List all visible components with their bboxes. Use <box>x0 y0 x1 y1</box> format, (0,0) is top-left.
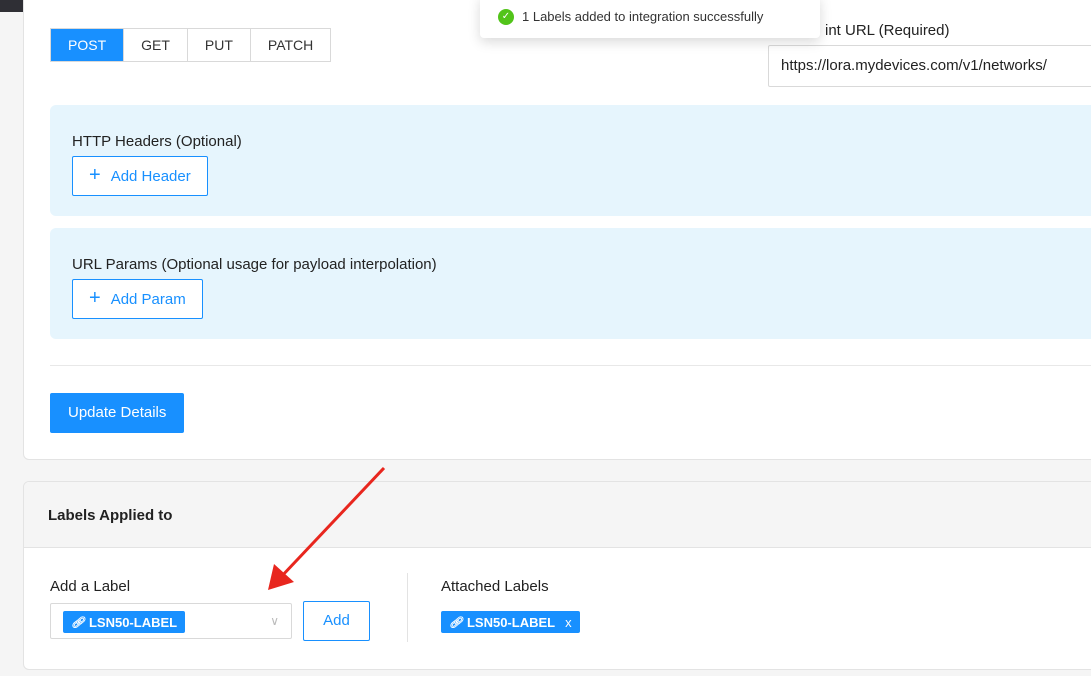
divider <box>50 365 1091 366</box>
method-put[interactable]: PUT <box>187 29 251 61</box>
method-patch[interactable]: PATCH <box>250 29 331 61</box>
link-icon: 🔗︎ <box>71 616 85 629</box>
add-param-button[interactable]: + Add Param <box>72 279 203 319</box>
endpoint-url-input[interactable]: https://lora.mydevices.com/v1/networks/ <box>768 45 1091 87</box>
selected-label-text: LSN50-LABEL <box>88 614 178 630</box>
http-method-selector: POST GET PUT PATCH <box>50 28 332 62</box>
add-param-label: Add Param <box>110 290 186 308</box>
http-headers-panel: HTTP Headers (Optional) + Add Header <box>50 105 1091 216</box>
link-icon: 🔗︎ <box>449 616 463 629</box>
check-circle-icon: ✓ <box>498 8 514 25</box>
update-details-button[interactable]: Update Details <box>50 393 185 433</box>
success-toast: ✓ 1 Labels added to integration successf… <box>480 0 820 38</box>
plus-icon: + <box>89 287 101 309</box>
add-header-label: Add Header <box>110 167 191 185</box>
endpoint-url-label: int URL (Required) <box>825 22 950 39</box>
attached-labels-title: Attached Labels <box>441 578 549 595</box>
annotation-arrow <box>268 466 386 590</box>
add-label-title: Add a Label <box>50 578 131 595</box>
labels-card-header: Labels Applied to <box>24 482 1091 548</box>
method-get[interactable]: GET <box>124 29 188 61</box>
selected-label-tag: 🔗︎ LSN50-LABEL <box>63 611 186 633</box>
label-select[interactable]: 🔗︎ LSN50-LABEL ∨ <box>50 603 292 639</box>
chevron-down-icon: ∨ <box>270 614 279 628</box>
attached-label-text: LSN50-LABEL <box>466 614 556 630</box>
toast-message: 1 Labels added to integration successful… <box>522 9 764 24</box>
url-params-title: URL Params (Optional usage for payload i… <box>72 256 437 273</box>
add-label-button[interactable]: Add <box>303 601 370 641</box>
vertical-divider <box>407 573 408 642</box>
attached-label-tag: 🔗︎ LSN50-LABEL x <box>441 611 580 633</box>
url-params-panel: URL Params (Optional usage for payload i… <box>50 228 1091 339</box>
http-headers-title: HTTP Headers (Optional) <box>72 133 242 150</box>
remove-label-icon[interactable]: x <box>565 615 572 630</box>
method-post[interactable]: POST <box>51 29 125 61</box>
labels-card: Labels Applied to <box>23 481 1091 670</box>
add-header-button[interactable]: + Add Header <box>72 156 208 196</box>
labels-card-title: Labels Applied to <box>48 507 173 524</box>
plus-icon: + <box>89 164 101 186</box>
